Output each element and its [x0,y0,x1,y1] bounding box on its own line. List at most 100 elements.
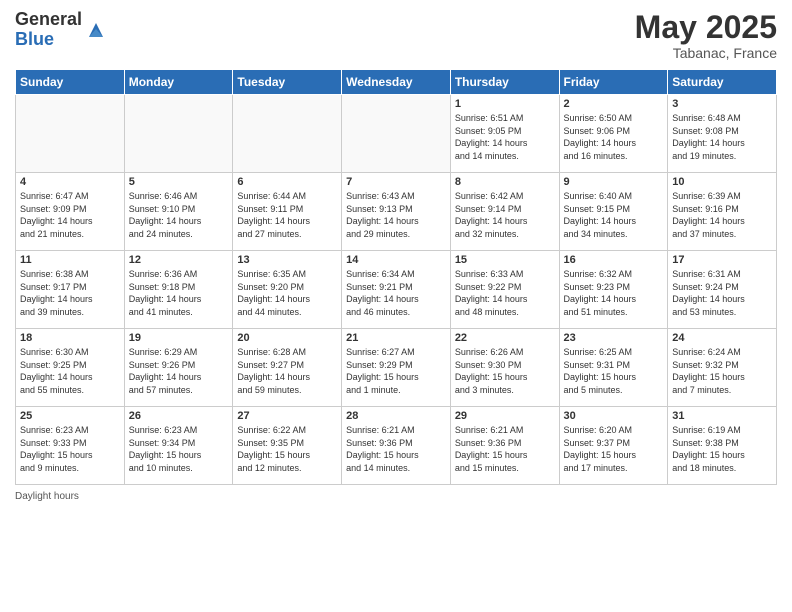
logo-blue: Blue [15,30,82,50]
day-info: Sunrise: 6:31 AMSunset: 9:24 PMDaylight:… [672,268,772,318]
calendar-cell: 27 Sunrise: 6:22 AMSunset: 9:35 PMDayligh… [233,407,342,485]
calendar-cell: 23Sunrise: 6:25 AMSunset: 9:31 PMDayligh… [559,329,668,407]
calendar-cell: 1Sunrise: 6:51 AMSunset: 9:05 PMDaylight… [450,95,559,173]
calendar-cell: 22Sunrise: 6:26 AMSunset: 9:30 PMDayligh… [450,329,559,407]
day-info: Sunrise: 6:21 AMSunset: 9:36 PMDaylight:… [346,424,446,474]
col-friday: Friday [559,70,668,95]
day-info: Sunrise: 6:44 AMSunset: 9:11 PMDaylight:… [237,190,337,240]
day-number: 31 [672,410,772,422]
calendar-cell: 16 Sunrise: 6:32 AMSunset: 9:23 PMDayligh… [559,251,668,329]
day-number: 7 [346,176,446,188]
day-number: 24 [672,332,772,344]
calendar-cell: 7 Sunrise: 6:43 AMSunset: 9:13 PMDaylight… [342,173,451,251]
calendar-cell: 15Sunrise: 6:33 AMSunset: 9:22 PMDayligh… [450,251,559,329]
day-info: Sunrise: 6:35 AMSunset: 9:20 PMDaylight:… [237,268,337,318]
day-number: 18 [20,332,120,344]
day-number: 8 [455,176,555,188]
calendar-cell: 31 Sunrise: 6:19 AMSunset: 9:38 PMDayligh… [668,407,777,485]
calendar-cell: 11 Sunrise: 6:38 AMSunset: 9:17 PMDayligh… [16,251,125,329]
calendar-cell: 13 Sunrise: 6:35 AMSunset: 9:20 PMDayligh… [233,251,342,329]
day-info: Sunrise: 6:23 AMSunset: 9:33 PMDaylight:… [20,424,120,474]
calendar-week-3: 11 Sunrise: 6:38 AMSunset: 9:17 PMDayligh… [16,251,777,329]
day-info: Sunrise: 6:48 AMSunset: 9:08 PMDaylight:… [672,112,772,162]
calendar-cell: 26Sunrise: 6:23 AMSunset: 9:34 PMDayligh… [124,407,233,485]
calendar-cell: 24 Sunrise: 6:24 AMSunset: 9:32 PMDayligh… [668,329,777,407]
day-number: 1 [455,98,555,110]
day-info: Sunrise: 6:47 AMSunset: 9:09 PMDaylight:… [20,190,120,240]
day-number: 9 [564,176,664,188]
logo-text: General Blue [15,10,82,50]
day-number: 27 [237,410,337,422]
day-number: 25 [20,410,120,422]
day-number: 13 [237,254,337,266]
calendar-cell [16,95,125,173]
day-info: Sunrise: 6:46 AMSunset: 9:10 PMDaylight:… [129,190,229,240]
day-info: Sunrise: 6:22 AMSunset: 9:35 PMDaylight:… [237,424,337,474]
calendar: Sunday Monday Tuesday Wednesday Thursday… [15,69,777,485]
day-number: 12 [129,254,229,266]
day-number: 30 [564,410,664,422]
calendar-cell: 17Sunrise: 6:31 AMSunset: 9:24 PMDayligh… [668,251,777,329]
calendar-cell: 2Sunrise: 6:50 AMSunset: 9:06 PMDaylight… [559,95,668,173]
col-thursday: Thursday [450,70,559,95]
day-info: Sunrise: 6:36 AMSunset: 9:18 PMDaylight:… [129,268,229,318]
day-info: Sunrise: 6:27 AMSunset: 9:29 PMDaylight:… [346,346,446,396]
calendar-cell: 29 Sunrise: 6:21 AMSunset: 9:36 PMDayligh… [450,407,559,485]
calendar-week-1: 1Sunrise: 6:51 AMSunset: 9:05 PMDaylight… [16,95,777,173]
calendar-header: Sunday Monday Tuesday Wednesday Thursday… [16,70,777,95]
calendar-week-4: 18 Sunrise: 6:30 AMSunset: 9:25 PMDayligh… [16,329,777,407]
col-wednesday: Wednesday [342,70,451,95]
day-info: Sunrise: 6:28 AMSunset: 9:27 PMDaylight:… [237,346,337,396]
day-number: 6 [237,176,337,188]
col-saturday: Saturday [668,70,777,95]
day-number: 20 [237,332,337,344]
day-number: 16 [564,254,664,266]
day-info: Sunrise: 6:42 AMSunset: 9:14 PMDaylight:… [455,190,555,240]
calendar-cell: 9Sunrise: 6:40 AMSunset: 9:15 PMDaylight… [559,173,668,251]
calendar-week-2: 4Sunrise: 6:47 AMSunset: 9:09 PMDaylight… [16,173,777,251]
col-monday: Monday [124,70,233,95]
page: General Blue May 2025 Tabanac, France Su… [0,0,792,612]
header: General Blue May 2025 Tabanac, France [15,10,777,61]
calendar-cell: 30 Sunrise: 6:20 AMSunset: 9:37 PMDayligh… [559,407,668,485]
day-info: Sunrise: 6:30 AMSunset: 9:25 PMDaylight:… [20,346,120,396]
day-number: 15 [455,254,555,266]
day-number: 19 [129,332,229,344]
calendar-cell: 14 Sunrise: 6:34 AMSunset: 9:21 PMDayligh… [342,251,451,329]
day-info: Sunrise: 6:34 AMSunset: 9:21 PMDaylight:… [346,268,446,318]
header-row: Sunday Monday Tuesday Wednesday Thursday… [16,70,777,95]
calendar-cell [233,95,342,173]
day-info: Sunrise: 6:32 AMSunset: 9:23 PMDaylight:… [564,268,664,318]
footer-label: Daylight hours [15,491,79,502]
day-number: 5 [129,176,229,188]
day-info: Sunrise: 6:19 AMSunset: 9:38 PMDaylight:… [672,424,772,474]
calendar-cell: 25 Sunrise: 6:23 AMSunset: 9:33 PMDayligh… [16,407,125,485]
day-info: Sunrise: 6:50 AMSunset: 9:06 PMDaylight:… [564,112,664,162]
calendar-cell: 20 Sunrise: 6:28 AMSunset: 9:27 PMDayligh… [233,329,342,407]
calendar-body: 1Sunrise: 6:51 AMSunset: 9:05 PMDaylight… [16,95,777,485]
calendar-cell: 5 Sunrise: 6:46 AMSunset: 9:10 PMDaylight… [124,173,233,251]
day-number: 11 [20,254,120,266]
month-title: May 2025 [635,10,777,45]
day-number: 14 [346,254,446,266]
day-info: Sunrise: 6:43 AMSunset: 9:13 PMDaylight:… [346,190,446,240]
title-area: May 2025 Tabanac, France [635,10,777,61]
calendar-cell: 21 Sunrise: 6:27 AMSunset: 9:29 PMDayligh… [342,329,451,407]
calendar-cell: 28 Sunrise: 6:21 AMSunset: 9:36 PMDayligh… [342,407,451,485]
day-number: 21 [346,332,446,344]
day-info: Sunrise: 6:23 AMSunset: 9:34 PMDaylight:… [129,424,229,474]
day-info: Sunrise: 6:38 AMSunset: 9:17 PMDaylight:… [20,268,120,318]
day-info: Sunrise: 6:39 AMSunset: 9:16 PMDaylight:… [672,190,772,240]
calendar-cell: 3Sunrise: 6:48 AMSunset: 9:08 PMDaylight… [668,95,777,173]
day-number: 28 [346,410,446,422]
day-number: 29 [455,410,555,422]
logo-general: General [15,10,82,30]
calendar-cell: 18 Sunrise: 6:30 AMSunset: 9:25 PMDayligh… [16,329,125,407]
footer: Daylight hours [15,491,777,502]
logo: General Blue [15,10,107,50]
day-info: Sunrise: 6:21 AMSunset: 9:36 PMDaylight:… [455,424,555,474]
calendar-cell: 19Sunrise: 6:29 AMSunset: 9:26 PMDayligh… [124,329,233,407]
day-info: Sunrise: 6:20 AMSunset: 9:37 PMDaylight:… [564,424,664,474]
day-info: Sunrise: 6:24 AMSunset: 9:32 PMDaylight:… [672,346,772,396]
day-number: 23 [564,332,664,344]
